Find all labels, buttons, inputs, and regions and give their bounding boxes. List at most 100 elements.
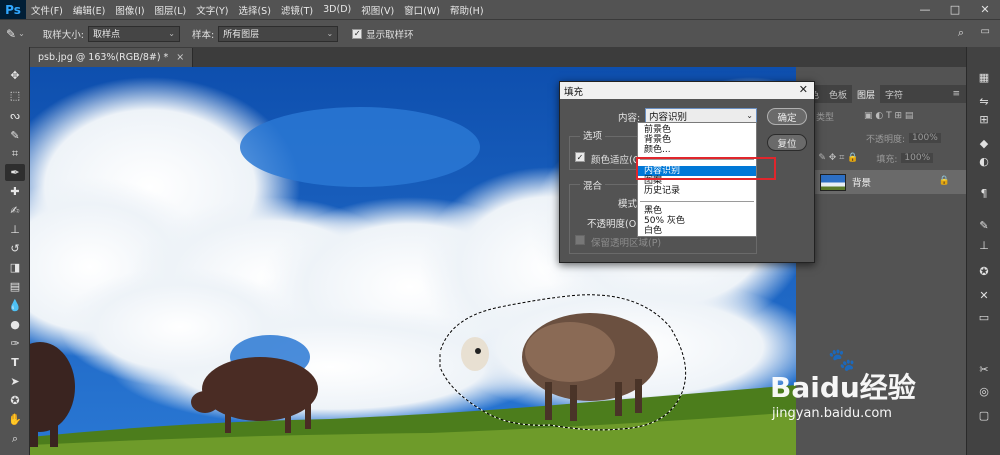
eyedropper-tool-icon[interactable]: ✒ bbox=[5, 164, 25, 181]
brush-tool-icon[interactable]: ✍ bbox=[5, 202, 25, 219]
clone-stamp-tool-icon[interactable]: ⊥ bbox=[5, 221, 25, 238]
menu-bar: Ps 文件(F) 编辑(E) 图像(I) 图层(L) 文字(Y) 选择(S) 滤… bbox=[0, 0, 1000, 19]
dropdown-item-black[interactable]: 黑色 bbox=[638, 206, 756, 216]
sample-size-select[interactable]: 取样点 ⌄ bbox=[87, 25, 180, 42]
panel-menu-icon[interactable]: ≡ bbox=[952, 89, 960, 99]
layer-thumbnail bbox=[820, 173, 846, 191]
shape-tool-icon[interactable]: ✪ bbox=[5, 392, 25, 409]
history-brush-tool-icon[interactable]: ↺ bbox=[5, 240, 25, 257]
search-icon[interactable]: ⌕ bbox=[958, 26, 964, 40]
menu-type[interactable]: 文字(Y) bbox=[191, 3, 233, 17]
fill-row: ⊠ ✎ ✥ ⌗ 🔒 填充: 100% bbox=[796, 149, 966, 167]
paths-panel-icon[interactable]: ¶ bbox=[976, 185, 992, 201]
layer-fill-value[interactable]: 100% bbox=[901, 153, 934, 163]
lasso-tool-icon[interactable]: ᔓ bbox=[5, 107, 25, 124]
dialog-title: 填充 bbox=[564, 86, 584, 98]
layer-opacity-value[interactable]: 100% bbox=[909, 133, 941, 143]
menu-help[interactable]: 帮助(H) bbox=[445, 3, 489, 17]
color-adapt-checkbox[interactable]: ✓ bbox=[575, 152, 585, 162]
dropdown-item-foreground[interactable]: 前景色 bbox=[638, 125, 756, 135]
properties-panel-icon[interactable]: ⊞ bbox=[976, 111, 992, 127]
marquee-tool-icon[interactable]: ⬚ bbox=[5, 87, 25, 104]
sample-label: 样本: bbox=[191, 29, 215, 41]
ok-button[interactable]: 确定 bbox=[767, 108, 807, 125]
healing-brush-tool-icon[interactable]: ✚ bbox=[5, 183, 25, 200]
tools-panel: ✥ ⬚ ᔓ ✎ ⌗ ✒ ✚ ✍ ⊥ ↺ ◨ ▤ 💧 ● ✑ T ➤ ✪ ✋ ⌕ bbox=[0, 47, 30, 455]
navigator-panel-icon[interactable]: ◎ bbox=[976, 383, 992, 399]
tab-layers[interactable]: 图层 bbox=[852, 85, 881, 103]
close-window-button[interactable]: ✕ bbox=[970, 0, 1000, 19]
lock-icons[interactable]: ⊠ ✎ ✥ ⌗ 🔒 bbox=[808, 153, 858, 163]
3d-panel-icon[interactable]: ✕ bbox=[976, 287, 992, 303]
opacity-row: 不透明度: 100% bbox=[796, 129, 966, 147]
menu-3d[interactable]: 3D(D) bbox=[318, 4, 356, 15]
dodge-tool-icon[interactable]: ● bbox=[5, 316, 25, 333]
channels-panel-icon[interactable]: ◐ bbox=[976, 153, 992, 169]
clone-source-panel-icon[interactable]: ⊥ bbox=[976, 237, 992, 253]
tool-preset-chevron-icon[interactable]: ⌄ bbox=[18, 29, 25, 38]
timeline-panel-icon[interactable]: ▭ bbox=[976, 309, 992, 325]
adjustments-panel-icon[interactable]: ⇋ bbox=[976, 93, 992, 109]
zoom-tool-icon[interactable]: ⌕ bbox=[5, 430, 25, 447]
lock-icon: 🔒 bbox=[938, 176, 950, 186]
path-select-tool-icon[interactable]: ➤ bbox=[5, 373, 25, 390]
window-controls: — □ ✕ bbox=[910, 0, 1000, 19]
pen-tool-icon[interactable]: ✑ bbox=[5, 335, 25, 352]
preserve-transparency-checkbox[interactable] bbox=[575, 235, 585, 245]
close-icon[interactable]: ✕ bbox=[799, 83, 808, 96]
tab-swatches[interactable]: 色板 bbox=[824, 85, 852, 103]
gradient-tool-icon[interactable]: ▤ bbox=[5, 278, 25, 295]
glyph-panel-icon[interactable]: ✪ bbox=[976, 263, 992, 279]
sample-size-value: 取样点 bbox=[92, 30, 120, 40]
dropdown-item-background[interactable]: 背景色 bbox=[638, 135, 756, 145]
dropdown-item-gray[interactable]: 50% 灰色 bbox=[638, 216, 756, 226]
dialog-title-bar[interactable]: 填充 ✕ bbox=[560, 82, 814, 99]
layer-row-background[interactable]: 背景 🔒 bbox=[796, 170, 966, 194]
hand-tool-icon[interactable]: ✋ bbox=[5, 411, 25, 428]
ps-logo: Ps bbox=[0, 0, 26, 19]
reset-button[interactable]: 复位 bbox=[767, 134, 807, 151]
menu-window[interactable]: 窗口(W) bbox=[399, 3, 445, 17]
close-tab-icon[interactable]: × bbox=[176, 52, 184, 63]
blur-tool-icon[interactable]: 💧 bbox=[5, 297, 25, 314]
dropdown-separator bbox=[640, 201, 754, 202]
show-ring-checkbox[interactable]: ✓ bbox=[352, 28, 363, 39]
preserve-transparency-label: 保留透明区域(P) bbox=[591, 238, 662, 249]
dropdown-item-history[interactable]: 历史记录 bbox=[638, 186, 756, 196]
layers-panel-icon[interactable]: ◆ bbox=[976, 135, 992, 151]
sample-select[interactable]: 所有图层 ⌄ bbox=[218, 25, 339, 42]
maximize-button[interactable]: □ bbox=[940, 0, 970, 19]
layer-filter-row: 类型 ▣ ◐ T ⊞ ▤ bbox=[796, 107, 966, 125]
swatch-panel-icon[interactable]: ▢ bbox=[976, 407, 992, 423]
eyedropper-icon[interactable]: ✎ bbox=[6, 27, 16, 41]
dropdown-item-color[interactable]: 颜色... bbox=[638, 145, 756, 155]
move-tool-icon[interactable]: ✥ bbox=[5, 67, 25, 84]
menu-filter[interactable]: 滤镜(T) bbox=[276, 3, 318, 17]
eraser-tool-icon[interactable]: ◨ bbox=[5, 259, 25, 276]
menu-file[interactable]: 文件(F) bbox=[26, 3, 68, 17]
menu-view[interactable]: 视图(V) bbox=[356, 3, 399, 17]
menu-image[interactable]: 图像(I) bbox=[110, 3, 149, 17]
crop-tool-icon[interactable]: ⌗ bbox=[5, 145, 25, 162]
document-tab-bar: psb.jpg @ 163%(RGB/8#) * × bbox=[30, 47, 966, 67]
layer-opacity-label: 不透明度: bbox=[866, 134, 906, 145]
watermark-brand: Baidu经验 bbox=[770, 371, 916, 404]
document-tab[interactable]: psb.jpg @ 163%(RGB/8#) * × bbox=[30, 48, 194, 67]
filter-icons[interactable]: ▣ ◐ T ⊞ ▤ bbox=[864, 111, 913, 121]
quick-select-tool-icon[interactable]: ✎ bbox=[5, 127, 25, 144]
workspace-icon[interactable]: ▭ bbox=[981, 26, 990, 37]
menu-layer[interactable]: 图层(L) bbox=[150, 3, 192, 17]
menu-edit[interactable]: 编辑(E) bbox=[68, 3, 110, 17]
layer-kind-filter[interactable]: 类型 bbox=[816, 110, 834, 123]
dropdown-item-white[interactable]: 白色 bbox=[638, 226, 756, 236]
minimize-button[interactable]: — bbox=[910, 0, 940, 19]
brush-panel-icon[interactable]: ✎ bbox=[976, 217, 992, 233]
history-panel-icon[interactable]: ▦ bbox=[976, 69, 992, 85]
options-group-label: 选项 bbox=[580, 128, 606, 142]
tab-character[interactable]: 字符 bbox=[880, 85, 908, 103]
info-panel-icon[interactable]: ✂ bbox=[976, 361, 992, 377]
menu-select[interactable]: 选择(S) bbox=[233, 3, 275, 17]
type-tool-icon[interactable]: T bbox=[5, 354, 25, 371]
content-select[interactable]: 内容识别 ⌄ bbox=[645, 108, 757, 123]
sample-value: 所有图层 bbox=[223, 30, 260, 40]
